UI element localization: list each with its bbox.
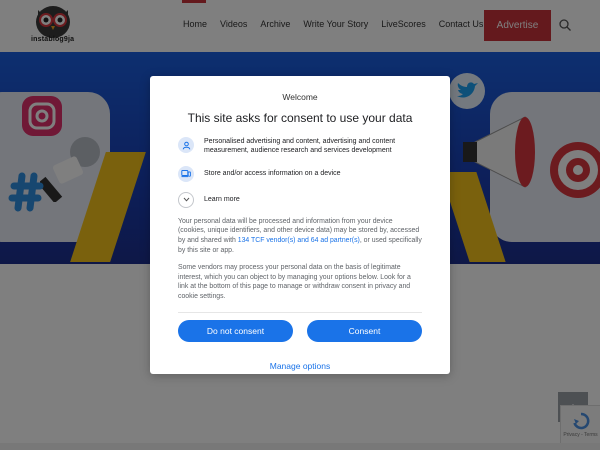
vendors-link[interactable]: 134 TCF vendor(s) and 64 ad partner(s) [238,237,360,244]
consent-paragraph-2: Some vendors may process your personal d… [178,264,411,300]
manage-options-link[interactable]: Manage options [178,361,422,371]
learn-more-label: Learn more [204,196,240,204]
consent-button[interactable]: Consent [307,319,422,342]
consent-button-row: Do not consent Consent [178,319,422,342]
consent-dialog: Welcome This site asks for consent to us… [150,76,450,374]
chevron-down-icon [178,191,194,208]
consent-paragraph-1: Your personal data will be processed and… [178,217,422,255]
consent-brand: Welcome [282,92,318,102]
consent-title: This site asks for consent to use your d… [187,111,413,125]
purpose-item: Store and/or access information on a dev… [178,165,422,182]
device-icon [178,165,194,182]
learn-more-toggle[interactable]: Learn more [178,191,422,208]
purpose-text: Store and/or access information on a dev… [204,169,341,177]
dialog-divider [178,311,422,313]
person-icon [178,137,194,153]
purpose-item: Personalised advertising and content, ad… [178,137,422,156]
do-not-consent-button[interactable]: Do not consent [178,319,293,342]
purpose-text: Personalised advertising and content, ad… [204,138,396,155]
